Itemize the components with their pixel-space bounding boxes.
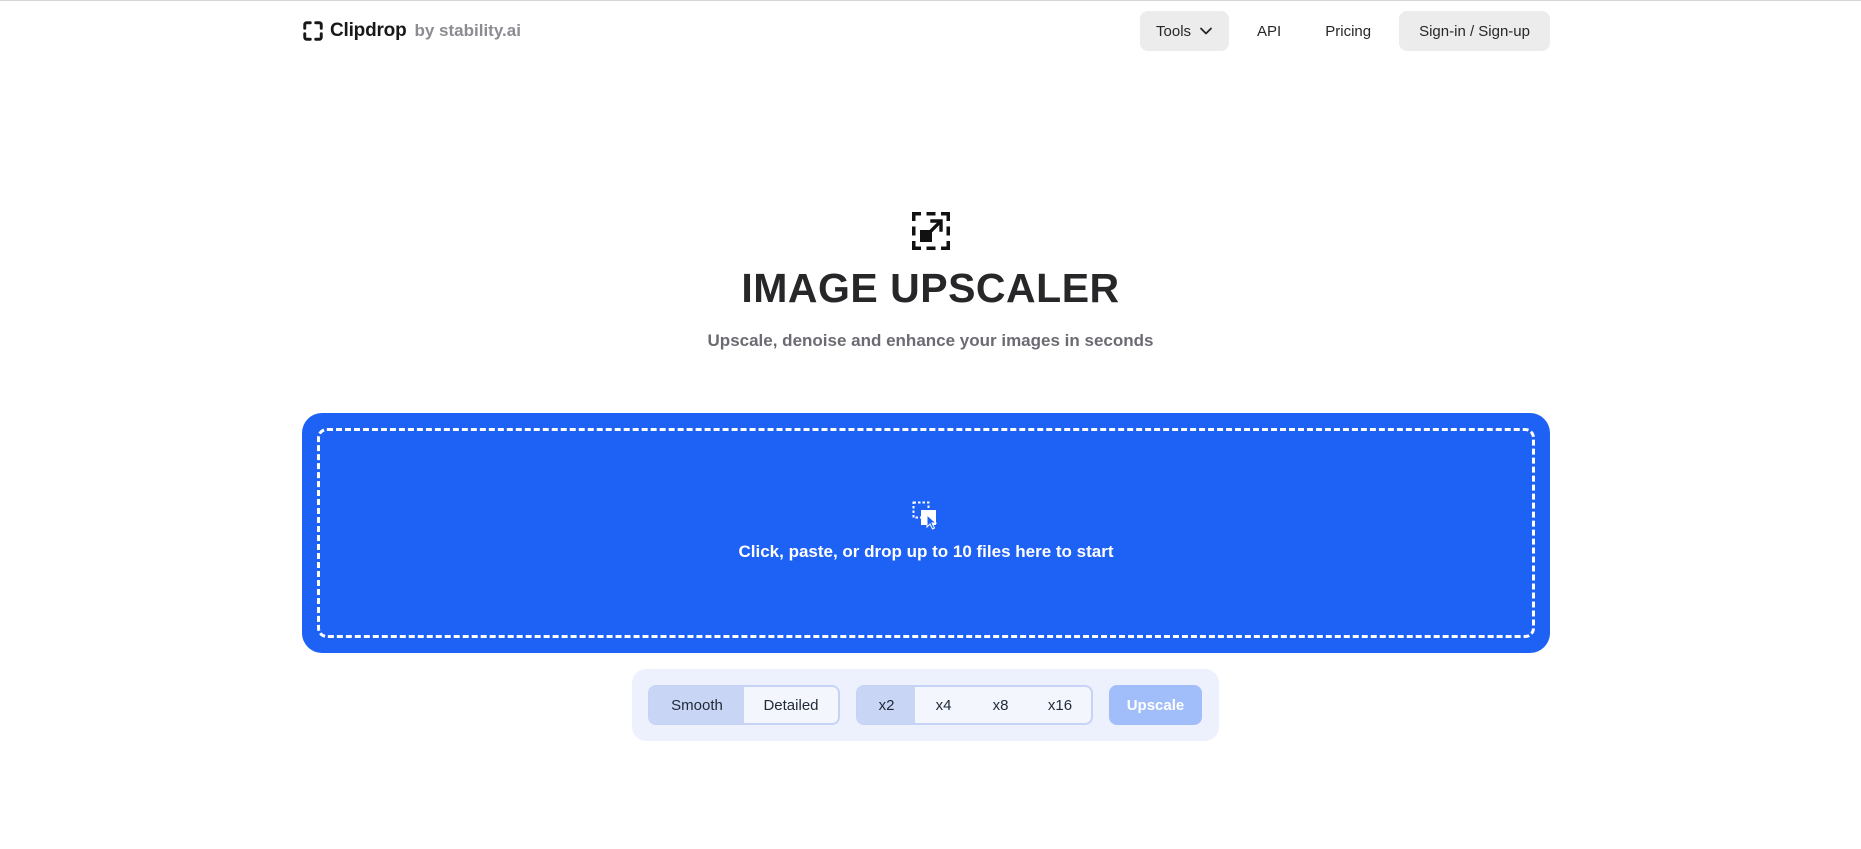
- page-title: IMAGE UPSCALER: [741, 265, 1120, 311]
- brand-name: Clipdrop: [330, 20, 407, 41]
- scale-x8-button[interactable]: x8: [972, 687, 1029, 723]
- scale-selector: x2 x4 x8 x16: [856, 685, 1093, 725]
- page-subtitle: Upscale, denoise and enhance your images…: [707, 331, 1154, 350]
- brand-byline: by stability.ai: [414, 21, 521, 40]
- api-link[interactable]: API: [1241, 11, 1297, 51]
- site-header: Clipdrop by stability.ai Tools API Prici…: [302, 11, 1550, 51]
- dropzone-border: Click, paste, or drop up to 10 files her…: [317, 428, 1535, 638]
- scale-x4-button[interactable]: x4: [915, 687, 972, 723]
- upscale-controls: Smooth Detailed x2 x4 x8 x16 Upscale: [632, 669, 1219, 741]
- drop-file-icon: [912, 501, 938, 530]
- brand-logo[interactable]: Clipdrop by stability.ai: [302, 20, 521, 42]
- scale-x16-button[interactable]: x16: [1029, 687, 1091, 723]
- clipdrop-bracket-icon: [303, 21, 323, 41]
- tools-label: Tools: [1156, 22, 1192, 40]
- scale-x2-button[interactable]: x2: [858, 687, 915, 723]
- top-divider: [0, 0, 1861, 1]
- main-nav: Tools API Pricing Sign-in / Sign-up: [1140, 11, 1550, 51]
- mode-detailed-button[interactable]: Detailed: [744, 687, 838, 723]
- hero-section: IMAGE UPSCALER Upscale, denoise and enha…: [0, 210, 1861, 351]
- upscale-frame-icon: [911, 212, 950, 250]
- chevron-down-icon: [1200, 27, 1212, 35]
- dropzone-text: Click, paste, or drop up to 10 files her…: [738, 542, 1114, 561]
- mode-selector: Smooth Detailed: [648, 685, 840, 725]
- mode-smooth-button[interactable]: Smooth: [650, 687, 744, 723]
- signin-button[interactable]: Sign-in / Sign-up: [1399, 11, 1550, 51]
- upscale-button[interactable]: Upscale: [1109, 685, 1202, 725]
- pricing-link[interactable]: Pricing: [1309, 11, 1387, 51]
- file-dropzone[interactable]: Click, paste, or drop up to 10 files her…: [302, 413, 1550, 653]
- tools-menu-button[interactable]: Tools: [1140, 11, 1230, 51]
